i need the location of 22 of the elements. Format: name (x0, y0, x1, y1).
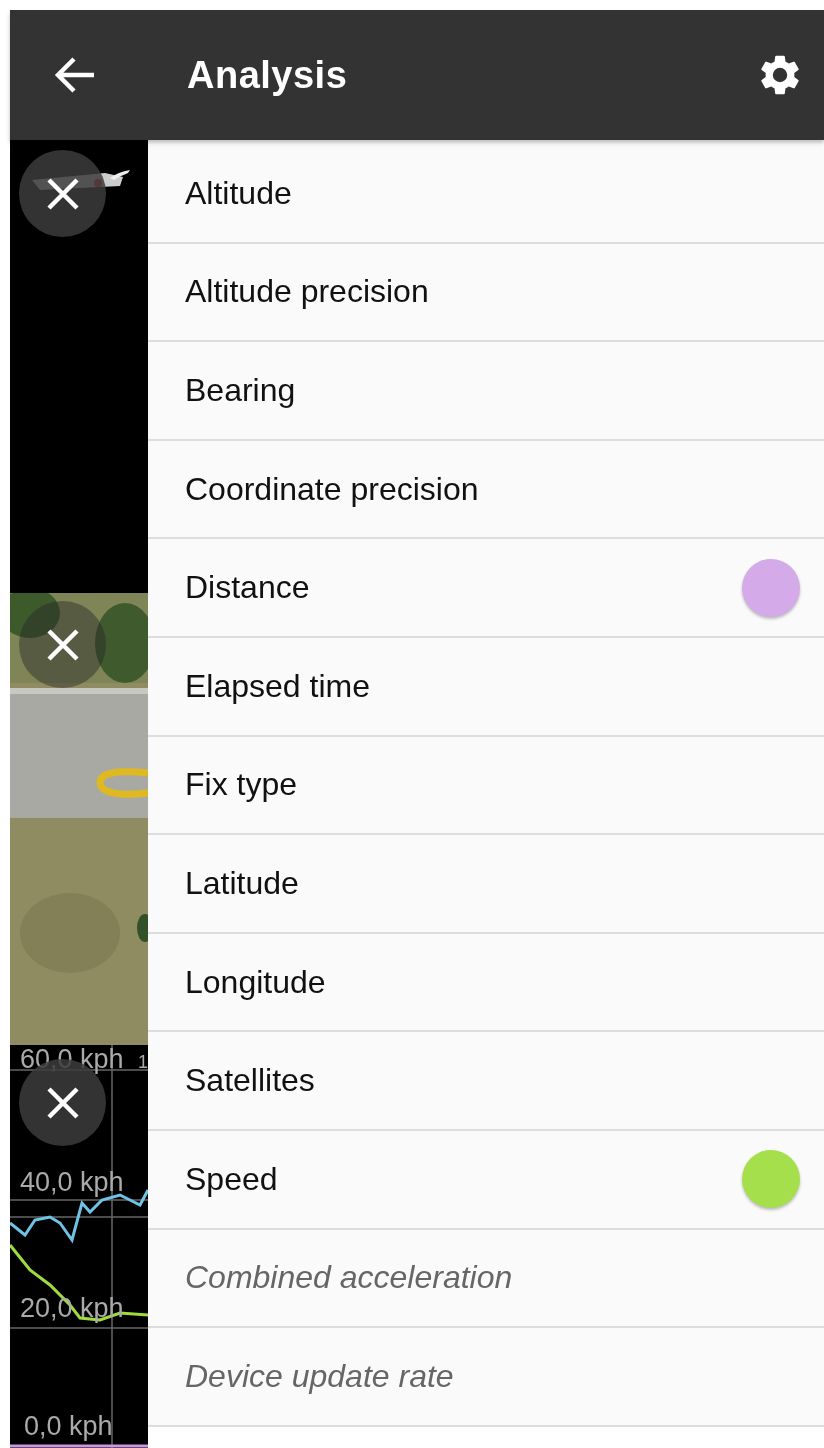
axis-label: 60,0 kph (20, 1046, 124, 1073)
metric-item[interactable]: Altitude (148, 145, 824, 244)
metric-item[interactable]: Satellites (148, 1032, 824, 1131)
metric-item[interactable]: Speed (148, 1130, 824, 1230)
axis-label: 1 (138, 1053, 148, 1071)
metric-item[interactable]: Fix type (148, 736, 824, 836)
close-icon (45, 1085, 80, 1120)
axis-label: 20,0 kph (20, 1295, 124, 1322)
metric-item[interactable]: Longitude (148, 933, 824, 1033)
close-icon (45, 627, 80, 662)
metric-item[interactable]: Latitude (148, 835, 824, 934)
close-icon (45, 176, 80, 211)
screen-title: Analysis (187, 53, 349, 97)
metric-item[interactable]: Elapsed time (148, 637, 824, 737)
metric-item[interactable]: Bearing (148, 342, 824, 441)
axis-label: 0,0 kph (24, 1413, 113, 1440)
metric-item[interactable]: Combined acceleration (148, 1229, 824, 1329)
metric-item[interactable]: Coordinate precision (148, 440, 824, 540)
metric-item[interactable]: Distance (148, 539, 824, 638)
metric-item[interactable]: Device update rate (148, 1328, 824, 1427)
metric-item[interactable]: Altitude precision (148, 243, 824, 343)
axis-label: 40,0 kph (20, 1169, 124, 1196)
